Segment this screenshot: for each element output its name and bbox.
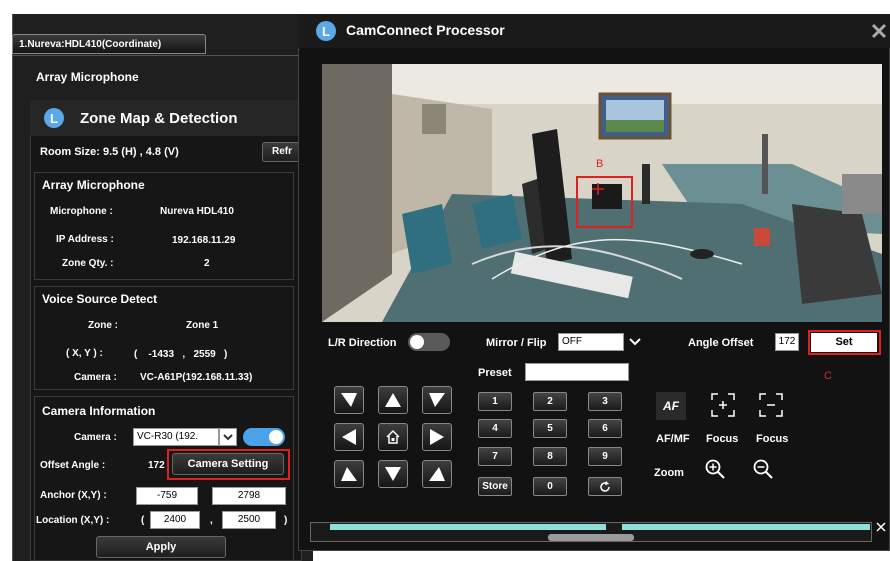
array-mic-title: Array Microphone xyxy=(42,178,145,192)
highlight-box-a xyxy=(167,449,290,480)
preset-3-button[interactable]: 3 xyxy=(588,392,622,411)
camera-select[interactable]: VC-R30 (192. xyxy=(133,428,219,446)
app-logo-icon: L xyxy=(316,21,336,41)
room-size: Room Size: 9.5 (H) , 4.8 (V) xyxy=(40,146,179,158)
preset-input[interactable] xyxy=(525,363,629,381)
tilt-up-button[interactable] xyxy=(378,386,408,414)
lr-direction-label: L/R Direction xyxy=(328,337,397,349)
focus-label-2: Focus xyxy=(756,433,789,445)
chevron-down-icon[interactable] xyxy=(626,333,644,351)
af-button[interactable]: AF xyxy=(656,392,686,420)
preset-7-button[interactable]: 7 xyxy=(478,447,512,466)
location-x-input[interactable]: 2400 xyxy=(150,511,200,529)
angle-offset-label: Angle Offset xyxy=(688,337,754,349)
svg-text:L: L xyxy=(50,111,58,126)
microphone-label: Microphone : xyxy=(50,206,113,217)
angle-offset-input[interactable]: 172 xyxy=(775,333,799,351)
tilt-down-button[interactable] xyxy=(378,460,408,488)
paren-open: ( xyxy=(141,515,145,526)
device-tab[interactable]: 1.Nureva:HDL410(Coordinate) xyxy=(12,34,206,54)
location-label: Location (X,Y) : xyxy=(36,515,110,526)
af-mf-label: AF/MF xyxy=(656,433,690,445)
zone-map-title: Zone Map & Detection xyxy=(80,110,238,127)
refresh-icon[interactable] xyxy=(588,477,622,496)
store-button[interactable]: Store xyxy=(478,477,512,496)
crosshair-icon xyxy=(592,182,604,195)
mirror-flip-label: Mirror / Flip xyxy=(486,337,547,349)
zoom-out-icon[interactable] xyxy=(748,454,778,484)
zoom-label: Zoom xyxy=(654,467,684,479)
app-logo-icon: L xyxy=(44,108,64,128)
preset-0-button[interactable]: 0 xyxy=(533,477,567,496)
preset-6-button[interactable]: 6 xyxy=(588,419,622,438)
zone-value: Zone 1 xyxy=(186,320,219,331)
location-y-input[interactable]: 2500 xyxy=(222,511,276,529)
camera-value: VC-A61P(192.168.11.33) xyxy=(140,372,253,383)
annotation-b: B xyxy=(596,158,604,170)
xy-value: ( -1433 , 2559 ) xyxy=(134,349,228,360)
pan-right-button[interactable] xyxy=(422,423,452,451)
preset-2-button[interactable]: 2 xyxy=(533,392,567,411)
close-icon[interactable] xyxy=(876,522,886,535)
apply-button[interactable]: Apply xyxy=(96,536,226,558)
preset-1-button[interactable]: 1 xyxy=(478,392,512,411)
close-icon[interactable] xyxy=(870,22,888,40)
xy-label: ( X, Y ) : xyxy=(66,348,103,359)
progress-bar-right xyxy=(622,524,870,530)
preset-5-button[interactable]: 5 xyxy=(533,419,567,438)
comma: , xyxy=(210,515,213,526)
svg-text:L: L xyxy=(322,24,330,39)
offset-angle-value: 172 xyxy=(148,460,165,471)
horizontal-scrollbar[interactable] xyxy=(548,534,634,541)
preset-8-button[interactable]: 8 xyxy=(533,447,567,466)
home-button[interactable] xyxy=(378,423,408,451)
progress-bar-left xyxy=(330,524,606,530)
pan-up-right-button[interactable] xyxy=(422,386,452,414)
microphone-value: Nureva HDL410 xyxy=(160,206,234,217)
chevron-down-icon[interactable] xyxy=(219,428,237,446)
pan-down-right-button[interactable] xyxy=(422,460,452,488)
paren-close: ) xyxy=(284,515,288,526)
anchor-y-input[interactable]: 2798 xyxy=(212,487,286,505)
toggle-knob xyxy=(410,335,424,349)
highlight-box-b xyxy=(576,176,633,228)
focus-near-icon[interactable] xyxy=(708,390,738,420)
zoom-in-icon[interactable] xyxy=(700,454,730,484)
preset-4-button[interactable]: 4 xyxy=(478,419,512,438)
toggle-knob xyxy=(269,430,283,444)
pan-up-left-button[interactable] xyxy=(334,386,364,414)
zone-qty-label: Zone Qty. : xyxy=(62,258,114,269)
zone-qty-value: 2 xyxy=(204,258,210,269)
array-microphone-header: Array Microphone xyxy=(36,70,139,84)
preset-9-button[interactable]: 9 xyxy=(588,447,622,466)
camera-label: Camera : xyxy=(74,372,117,383)
annotation-c: C xyxy=(824,370,832,382)
ip-label: IP Address : xyxy=(56,234,114,245)
voice-source-title: Voice Source Detect xyxy=(42,292,158,306)
ip-value: 192.168.11.29 xyxy=(172,235,236,246)
focus-far-icon[interactable] xyxy=(756,390,786,420)
refresh-button[interactable]: Refr xyxy=(262,142,302,162)
camera-info-title: Camera Information xyxy=(42,404,156,418)
anchor-label: Anchor (X,Y) : xyxy=(40,490,107,501)
lr-direction-toggle[interactable] xyxy=(408,333,450,351)
camera-select-label: Camera : xyxy=(74,432,117,443)
divider xyxy=(12,55,302,56)
pan-left-button[interactable] xyxy=(334,423,364,451)
highlight-box-c xyxy=(808,330,881,355)
anchor-x-input[interactable]: -759 xyxy=(136,487,198,505)
offset-angle-label: Offset Angle : xyxy=(40,460,106,471)
pan-down-left-button[interactable] xyxy=(334,460,364,488)
camera-toggle[interactable] xyxy=(243,428,285,446)
focus-label: Focus xyxy=(706,433,739,445)
dialog-title: CamConnect Processor xyxy=(346,22,505,38)
preset-label: Preset xyxy=(478,367,512,379)
zone-label: Zone : xyxy=(88,320,118,331)
mirror-flip-select[interactable]: OFF xyxy=(558,333,624,351)
